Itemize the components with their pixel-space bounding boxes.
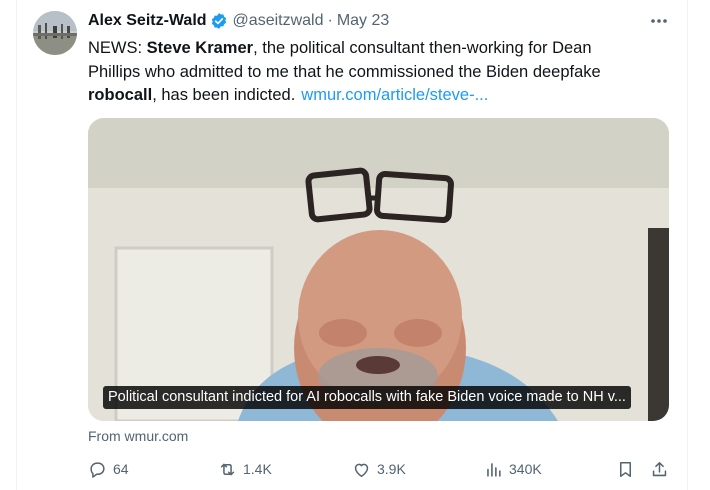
- text-line-1-rest: , the political consultant then-working …: [253, 39, 592, 57]
- separator-dot: ·: [327, 12, 333, 29]
- tweet-header: Alex Seitz-Wald @aseitzwald · May 23: [88, 10, 389, 32]
- timeline-border-right: [687, 0, 688, 490]
- tweet-text-line-3: robocall, has been indicted. wmur.com/art…: [88, 84, 668, 108]
- text-news-prefix: NEWS:: [88, 39, 147, 57]
- author-handle[interactable]: @aseitzwald: [233, 12, 324, 30]
- video-card[interactable]: Political consultant indicted for AI rob…: [88, 118, 669, 421]
- repost-count: 1.4K: [243, 461, 272, 477]
- bookmark-button[interactable]: [616, 458, 635, 480]
- like-button[interactable]: 3.9K: [352, 458, 406, 480]
- video-caption: Political consultant indicted for AI rob…: [103, 386, 631, 409]
- verified-badge-icon[interactable]: [210, 12, 228, 30]
- card-source[interactable]: From wmur.com: [88, 428, 188, 444]
- text-robocall: robocall: [88, 86, 153, 104]
- action-bar: 64 1.4K 3.9K 340K: [88, 458, 672, 480]
- repost-icon: [220, 463, 235, 475]
- reply-count: 64: [113, 461, 129, 477]
- text-mention-steve-kramer: Steve Kramer: [146, 39, 254, 57]
- timeline-border-left: [16, 0, 17, 490]
- reply-icon: [90, 461, 105, 478]
- tweet-text: NEWS: Steve Kramer, the political consul…: [88, 37, 668, 108]
- text-line-3-rest: , has been indicted.: [152, 86, 296, 104]
- views-icon: [487, 462, 501, 477]
- views-count: 340K: [509, 461, 542, 477]
- tweet-text-line-2: Phillips who admitted to me that he comm…: [88, 62, 601, 81]
- article-link[interactable]: wmur.com/article/steve-...: [301, 86, 488, 104]
- tweet-date[interactable]: May 23: [337, 12, 389, 30]
- reply-button[interactable]: 64: [88, 458, 129, 480]
- author-name[interactable]: Alex Seitz-Wald: [88, 12, 207, 30]
- views-button[interactable]: 340K: [484, 458, 542, 480]
- avatar[interactable]: [33, 11, 77, 55]
- share-icon: [652, 461, 667, 476]
- video-thumbnail: [88, 118, 669, 421]
- bookmark-icon: [619, 461, 632, 477]
- like-icon: [354, 463, 369, 477]
- repost-button[interactable]: 1.4K: [218, 458, 272, 480]
- like-count: 3.9K: [377, 461, 406, 477]
- share-button[interactable]: [650, 458, 669, 480]
- tweet-text-line-1: NEWS: Steve Kramer, the political consul…: [88, 37, 668, 61]
- more-icon[interactable]: [646, 10, 672, 32]
